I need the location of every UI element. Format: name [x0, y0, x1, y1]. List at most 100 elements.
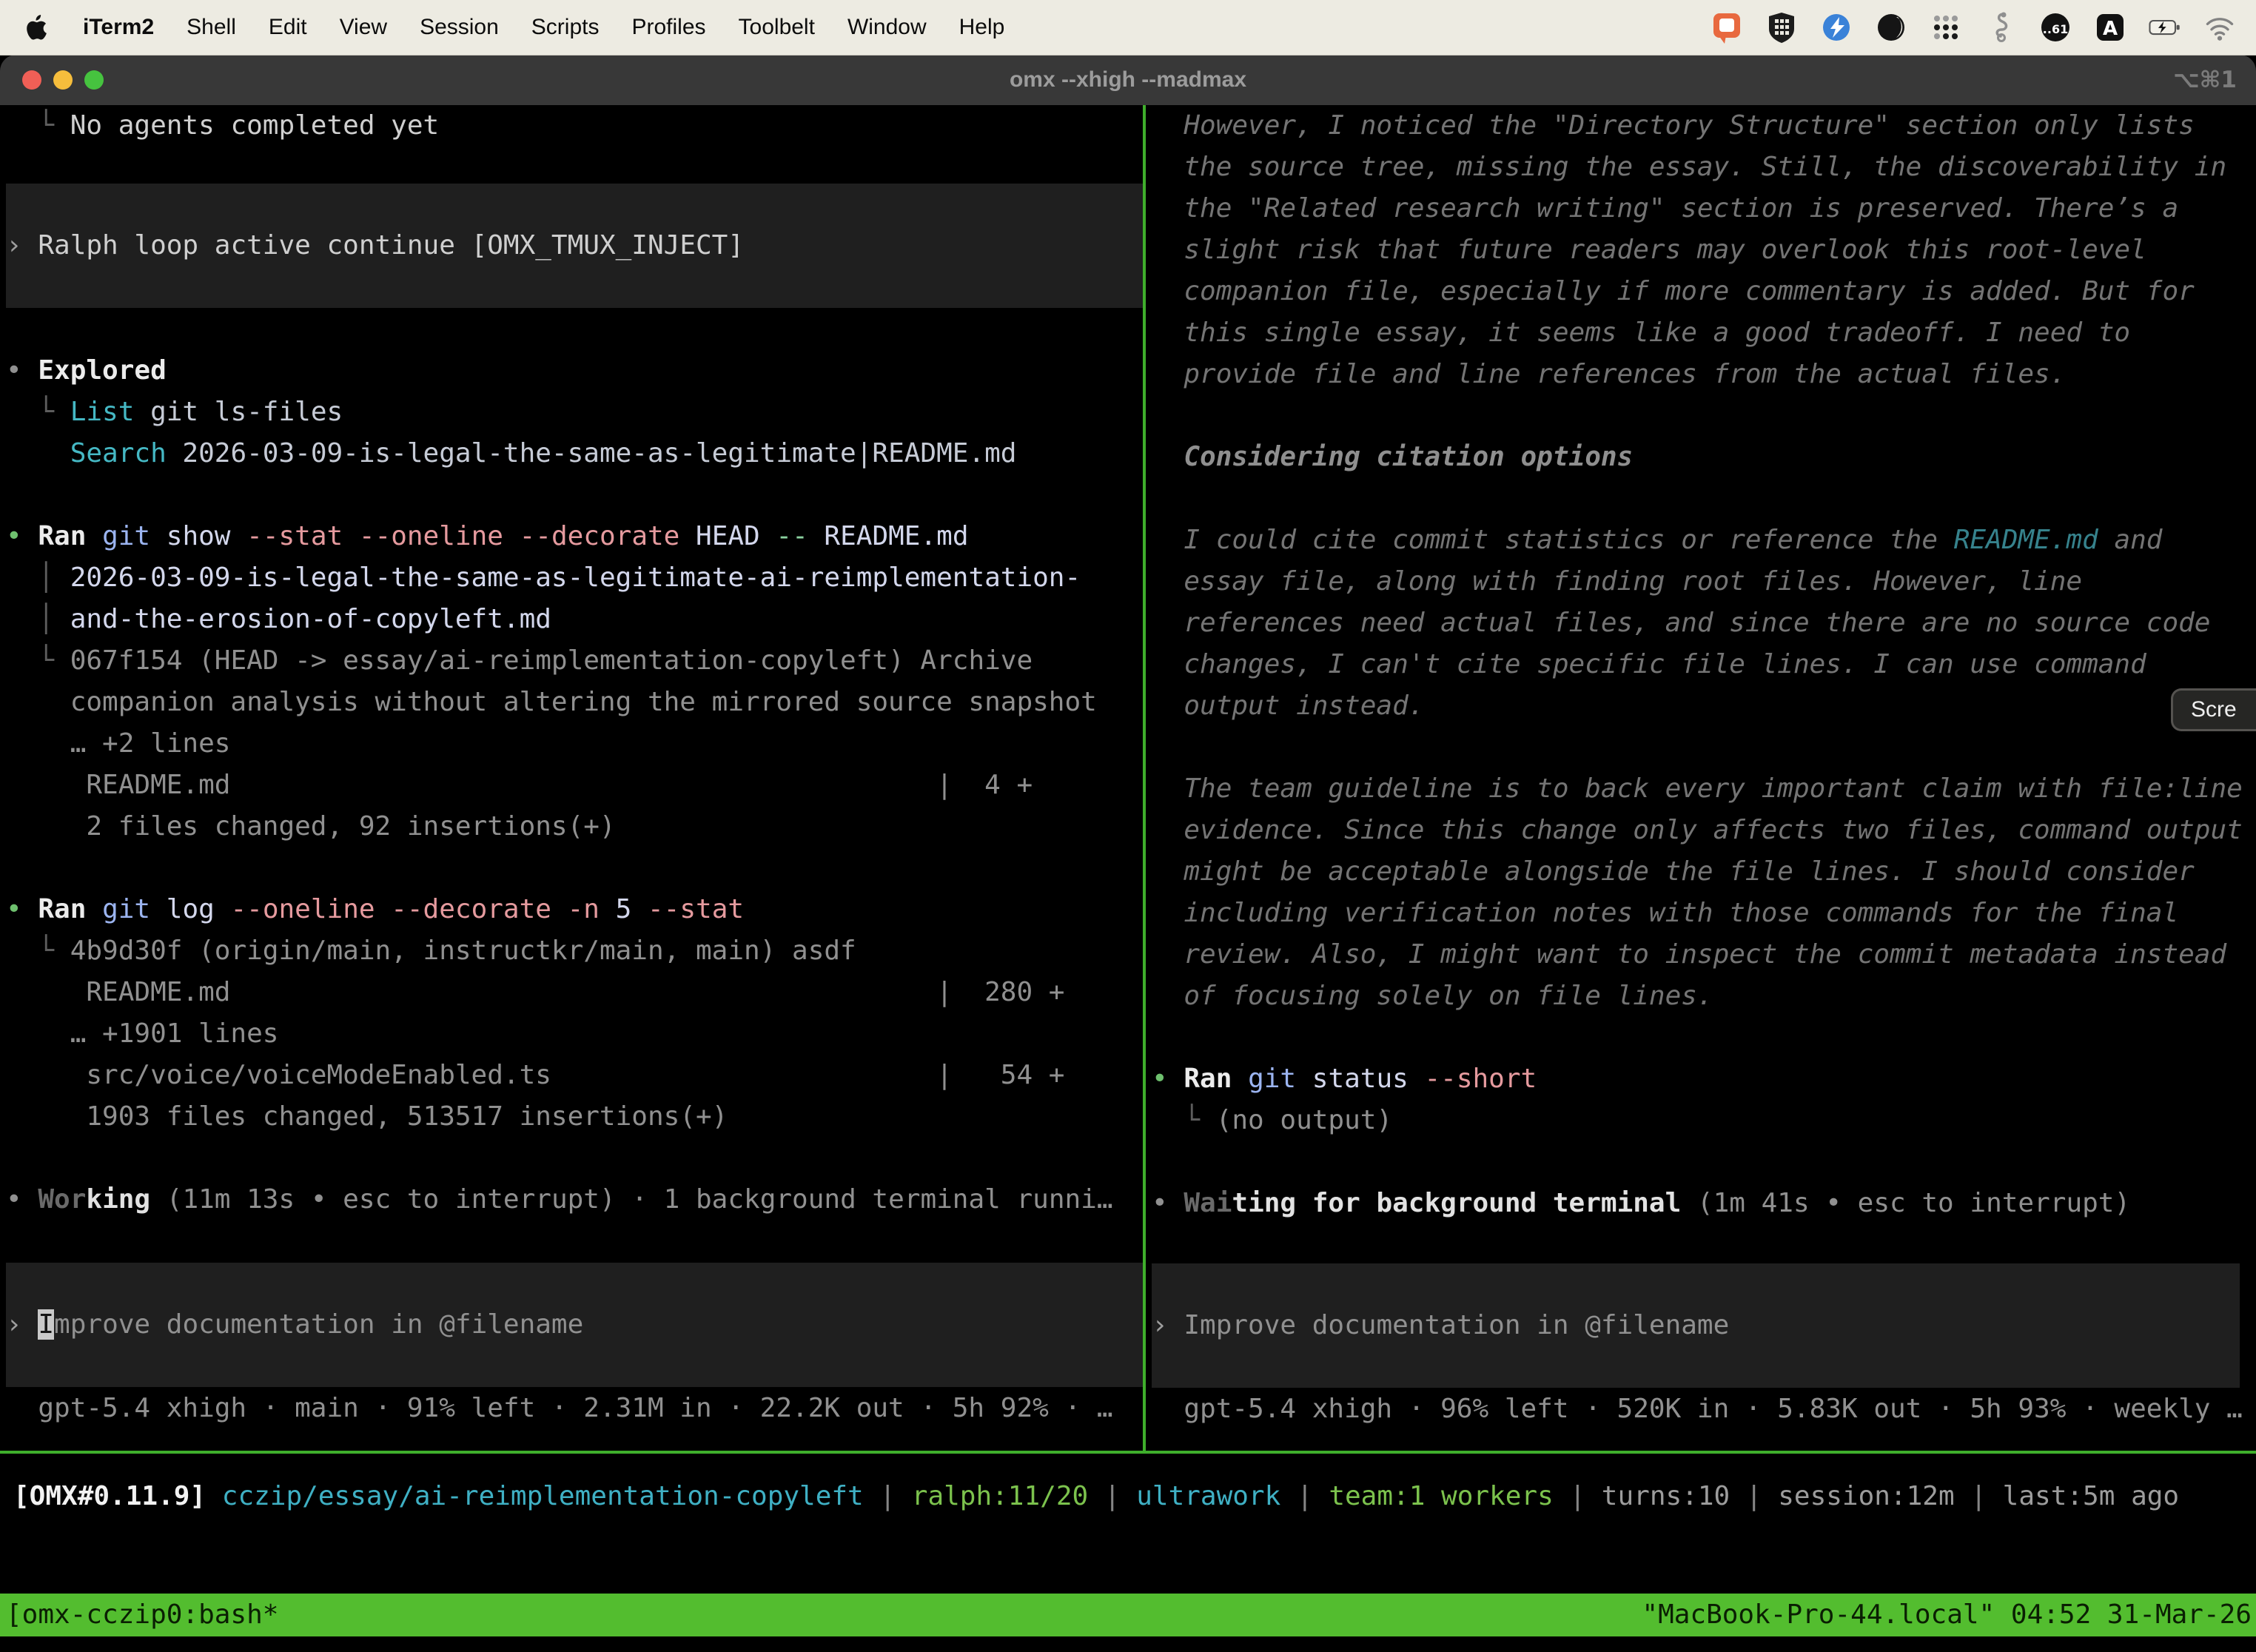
text-segment: README.md | 280 +	[6, 977, 1064, 1007]
text-segment: (1m 41s • esc to interrupt)	[1681, 1188, 2130, 1218]
pane-vertical-divider[interactable]	[1143, 105, 1146, 1451]
text-segment: src/voice/voiceModeEnabled.ts | 54 +	[6, 1060, 1064, 1090]
tmux-host-clock: "MacBook-Pro-44.local" 04:52 31-Mar-26	[1642, 1594, 2256, 1636]
input-source-icon[interactable]: A	[2093, 10, 2127, 44]
text-segment: log	[150, 894, 215, 924]
text-segment: I could cite commit statistics or refere…	[1152, 525, 1954, 555]
terminal-line: 1903 files changed, 513517 insertions(+)	[6, 1096, 1143, 1138]
text-segment: (11m 13s • esc to interrupt) · 1 backgro…	[150, 1184, 1112, 1215]
wifi-icon[interactable]	[2203, 10, 2237, 44]
left-prompt-input-box[interactable]: › Improve documentation in @filename	[6, 1263, 1143, 1387]
right-prompt-input-box[interactable]: › Improve documentation in @filename	[1152, 1263, 2240, 1388]
text-segment: •	[6, 894, 38, 924]
text-segment: and	[2098, 525, 2163, 555]
text-segment: README.md	[1954, 525, 2098, 555]
squiggle-icon[interactable]	[1984, 10, 2018, 44]
menu-item-shell[interactable]: Shell	[187, 15, 236, 40]
text-segment: --stat	[631, 894, 744, 924]
terminal-line	[1152, 478, 2256, 520]
terminal-line: gpt-5.4 xhigh · main · 91% left · 2.31M …	[6, 1388, 1143, 1429]
left-session-status-line: gpt-5.4 xhigh · main · 91% left · 2.31M …	[6, 1388, 1143, 1429]
text-segment: Wor	[38, 1184, 86, 1215]
history-input-content: › Ralph loop active continue [OMX_TMUX_I…	[6, 225, 744, 266]
terminal-line: › Improve documentation in @filename	[1152, 1305, 1729, 1346]
terminal-line	[6, 847, 1143, 889]
text-segment: references need actual files, and since …	[1152, 608, 2210, 638]
text-segment: ralph:11/20	[912, 1481, 1088, 1511]
text-segment: └	[1152, 1105, 1216, 1135]
right-pane-output: However, I noticed the "Directory Struct…	[1152, 105, 2256, 1224]
terminal-line: the "Related research writing" section i…	[1152, 188, 2256, 229]
terminal-content: └ No agents completed yet › Ralph loop a…	[0, 105, 2256, 1652]
text-segment: … +2 lines	[6, 728, 230, 759]
text-segment: Ran	[38, 894, 86, 924]
apple-menu-icon[interactable]	[22, 11, 50, 44]
screen-share-overlay[interactable]: Scre	[2171, 688, 2256, 731]
text-segment: turns:10	[1602, 1481, 1730, 1511]
terminal-line: [OMX#0.11.9] cczip/essay/ai-reimplementa…	[13, 1476, 2179, 1517]
terminal-line: provide file and line references from th…	[1152, 354, 2256, 395]
terminal-line: gpt-5.4 xhigh · 96% left · 520K in · 5.8…	[1152, 1389, 2256, 1430]
menu-item-edit[interactable]: Edit	[269, 15, 307, 40]
tmux-status-bar: [omx-cczip0:bash* "MacBook-Pro-44.local"…	[0, 1594, 2256, 1636]
text-segment: essay file, along with finding root file…	[1152, 566, 2082, 597]
text-segment: including verification notes with those …	[1152, 898, 2178, 928]
menu-item-session[interactable]: Session	[420, 15, 499, 40]
text-segment: --stat --oneline --decorate	[230, 521, 679, 551]
text-segment: Improve documentation in @filename	[1184, 1310, 1729, 1340]
menu-item-profiles[interactable]: Profiles	[631, 15, 705, 40]
terminal-line: › Ralph loop active continue [OMX_TMUX_I…	[6, 225, 744, 266]
terminal-line: essay file, along with finding root file…	[1152, 561, 2256, 602]
right-prompt-content: › Improve documentation in @filename	[1152, 1305, 1729, 1346]
menu-item-iterm2[interactable]: iTerm2	[83, 15, 154, 40]
sync-badge-icon[interactable]	[1819, 10, 1853, 44]
text-segment: of focusing solely on file lines.	[1152, 981, 1713, 1011]
text-segment: 2 files changed, 92 insertions(+)	[6, 811, 616, 842]
stats-badge-label: ..61	[2043, 22, 2068, 36]
text-segment: │	[6, 604, 70, 634]
text-segment	[206, 1481, 222, 1511]
menu-item-scripts[interactable]: Scripts	[531, 15, 600, 40]
right-agent-pane: However, I noticed the "Directory Struct…	[1152, 105, 2256, 1430]
text-segment: 067f154 (HEAD -> essay/ai-reimplementati…	[70, 645, 1033, 676]
tmux-session-label[interactable]: [omx-cczip0:bash*	[0, 1594, 278, 1636]
text-segment: this single essay, it seems like a good …	[1152, 318, 2130, 348]
dots-grid-icon[interactable]	[1929, 10, 1963, 44]
text-segment: README.md | 4 +	[6, 770, 1033, 800]
text-segment: the "Related research writing" section i…	[1152, 193, 2178, 224]
terminal-line: the source tree, missing the essay. Stil…	[1152, 147, 2256, 188]
terminal-line: might be acceptable alongside the file l…	[1152, 851, 2256, 893]
text-segment: and-the-erosion-of-copyleft.md	[70, 604, 551, 634]
terminal-line: changes, I can't cite specific file line…	[1152, 644, 2256, 685]
chat-icon[interactable]	[1710, 10, 1744, 44]
terminal-line: src/voice/voiceModeEnabled.ts | 54 +	[6, 1055, 1143, 1096]
crescent-icon[interactable]	[1874, 10, 1908, 44]
menu-item-view[interactable]: View	[340, 15, 387, 40]
text-segment: … +1901 lines	[6, 1018, 278, 1049]
terminal-line: └ 4b9d30f (origin/main, instructkr/main,…	[6, 930, 1143, 972]
shield-icon[interactable]	[1765, 10, 1799, 44]
input-source-label: A	[2103, 18, 2118, 40]
text-segment: --short	[1409, 1064, 1537, 1094]
stats-badge-icon[interactable]: ..61	[2038, 10, 2072, 44]
text-segment: Considering citation options	[1152, 442, 1633, 472]
terminal-line	[1152, 727, 2256, 768]
terminal-line	[6, 1138, 1143, 1179]
menu-item-window[interactable]: Window	[847, 15, 927, 40]
text-segment: changes, I can't cite specific file line…	[1152, 649, 2146, 679]
window-titlebar: omx --xhigh --madmax ⌥⌘1	[0, 55, 2256, 105]
terminal-line: including verification notes with those …	[1152, 893, 2256, 934]
menu-item-help[interactable]: Help	[959, 15, 1005, 40]
terminal-line: › Improve documentation in @filename	[6, 1304, 583, 1346]
text-segment: ›	[6, 1309, 38, 1340]
pane-horizontal-divider[interactable]	[0, 1451, 2256, 1454]
text-segment: └	[6, 110, 70, 141]
left-history-input-box[interactable]: › Ralph loop active continue [OMX_TMUX_I…	[6, 184, 1143, 308]
text-segment: HEAD	[679, 521, 759, 551]
text-segment: mprove documentation in @filename	[54, 1309, 583, 1340]
text-segment: List	[70, 397, 135, 427]
menu-item-toolbelt[interactable]: Toolbelt	[739, 15, 815, 40]
text-segment: show	[150, 521, 230, 551]
text-segment: Explored	[38, 355, 166, 386]
battery-icon[interactable]	[2148, 10, 2182, 44]
